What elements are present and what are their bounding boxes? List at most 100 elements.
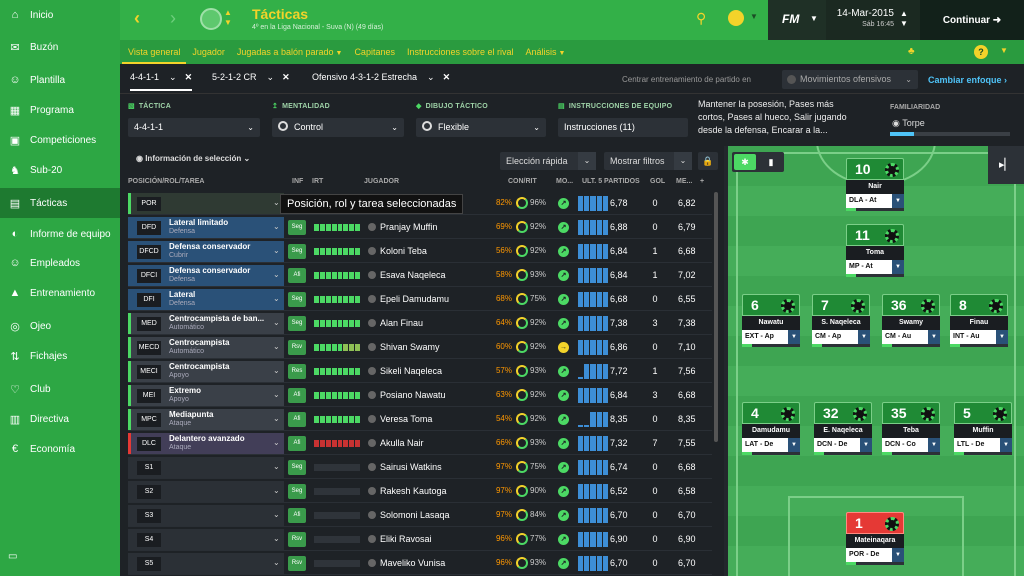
player-role-dropdown[interactable]: CM - Au ▼ xyxy=(882,330,940,344)
table-row[interactable]: S3 ⌄ Afi Solomoni Lasaqa 97% 84% ↗ 6,70 0 6,70 xyxy=(128,504,712,527)
player-name[interactable]: Pranjay Muffin xyxy=(380,222,437,232)
player-card[interactable]: 7 S. Naqeleca CM - Ap ▼ xyxy=(812,294,870,350)
info-icon[interactable] xyxy=(368,367,376,375)
player-role-dropdown[interactable]: LTL - De ▼ xyxy=(954,438,1012,452)
mentality-dropdown[interactable]: Control ⌄ xyxy=(272,118,404,137)
position-cell[interactable]: DFCI Defensa conservador Defensa ⌄ xyxy=(128,265,284,286)
training-focus-dropdown[interactable]: Movimientos ofensivos ⌄ xyxy=(782,70,918,89)
chevron-down-icon[interactable]: ▼ xyxy=(788,438,800,452)
table-row[interactable]: DFCD Defensa conservador Cubrir ⌄ Seg Koloni … xyxy=(128,240,712,263)
shape-dropdown[interactable]: Flexible ⌄ xyxy=(416,118,546,137)
player-card[interactable]: 32 E. Naqeleca DCN - De ▼ xyxy=(814,402,872,458)
info-icon[interactable] xyxy=(368,463,376,471)
player-card[interactable]: 36 Swamy CM - Au ▼ xyxy=(882,294,940,350)
chevron-down-icon[interactable]: ▼ xyxy=(810,14,818,23)
position-cell[interactable]: DFCD Defensa conservador Cubrir ⌄ xyxy=(128,241,284,262)
position-cell[interactable]: S3 ⌄ xyxy=(128,505,284,526)
chevron-down-icon[interactable]: ⌄ xyxy=(674,152,692,170)
team-switch-arrows-icon[interactable]: ▲ ▼ xyxy=(224,8,232,28)
player-name[interactable]: Sikeli Naqeleca xyxy=(380,366,442,376)
close-icon[interactable]: ✕ xyxy=(185,72,193,82)
club-crest-icon[interactable] xyxy=(200,8,222,30)
player-name[interactable]: Sairusi Watkins xyxy=(380,462,442,472)
sidebar-item-empleados[interactable]: ☺ Empleados xyxy=(0,248,120,278)
table-row[interactable]: MEI Extremo Apoyo ⌄ Afi Posiano Nawatu 63% 92% ↗… xyxy=(128,384,712,407)
player-card[interactable]: 5 Muffin LTL - De ▼ xyxy=(954,402,1012,458)
info-icon[interactable] xyxy=(368,487,376,495)
selection-info-toggle[interactable]: ◉ Información de selección ⌄ xyxy=(136,154,250,163)
chevron-down-icon[interactable]: ▼ xyxy=(788,330,800,344)
change-focus-link[interactable]: Cambiar enfoque › xyxy=(928,75,1007,85)
chevron-down-icon[interactable]: ⌄ xyxy=(273,246,280,255)
sidebar-item-ojeo[interactable]: ◎ Ojeo xyxy=(0,311,120,341)
info-icon[interactable] xyxy=(368,271,376,279)
player-name[interactable]: Eliki Ravosai xyxy=(380,534,432,544)
table-row[interactable]: DFCI Defensa conservador Defensa ⌄ Afi Esava … xyxy=(128,264,712,287)
close-icon[interactable]: ✕ xyxy=(282,72,290,82)
player-card[interactable]: 10 Nair DLA - At ▼ xyxy=(846,158,904,214)
player-name[interactable]: Shivan Swamy xyxy=(380,342,440,352)
table-row[interactable]: DFI Lateral Defensa ⌄ Seg Epeli Damudamu 68% 75… xyxy=(128,288,712,311)
player-card[interactable]: 8 Finau INT - Au ▼ xyxy=(950,294,1008,350)
player-card[interactable]: 4 Damudamu LAT - De ▼ xyxy=(742,402,800,458)
chevron-down-icon[interactable]: ⌄ xyxy=(273,486,280,495)
header-inf[interactable]: INF xyxy=(292,178,303,185)
info-icon[interactable] xyxy=(368,511,376,519)
info-icon[interactable] xyxy=(368,439,376,447)
sidebar-item-fichajes[interactable]: ⇅ Fichajes xyxy=(0,341,120,371)
sidebar-item-informe-de-equipo[interactable]: ◐ Informe de equipo xyxy=(0,219,120,249)
position-cell[interactable]: DFI Lateral Defensa ⌄ xyxy=(128,289,284,310)
player-name[interactable]: Esava Naqeleca xyxy=(380,270,446,280)
tab-instrucciones-sobre-el-rival[interactable]: Instrucciones sobre el rival xyxy=(401,40,520,64)
header-irt[interactable]: IRT xyxy=(312,178,323,185)
tab-vista-general[interactable]: Vista general xyxy=(122,40,187,64)
sidebar-item-inicio[interactable]: ⌂ Inicio xyxy=(0,0,120,30)
player-card[interactable]: 35 Teba DCN - Co ▼ xyxy=(882,402,940,458)
tab-jugadas-a-bal-n-parado[interactable]: Jugadas a balón parado ▼ xyxy=(231,40,349,64)
chevron-down-icon[interactable]: ▼ xyxy=(892,194,904,208)
sidebar-item-t-cticas[interactable]: ▤ Tácticas xyxy=(0,188,120,218)
chevron-down-icon[interactable]: ⌄ xyxy=(273,318,280,327)
chevron-down-icon[interactable]: ⌄ xyxy=(169,72,177,82)
sidebar-item-programa[interactable]: ▦ Programa xyxy=(0,95,120,125)
info-icon[interactable] xyxy=(368,247,376,255)
info-icon[interactable] xyxy=(368,343,376,351)
chevron-down-icon[interactable]: ⌄ xyxy=(273,198,280,207)
add-column-icon[interactable]: + xyxy=(700,178,704,185)
tab-an-lisis[interactable]: Análisis ▼ xyxy=(520,40,572,64)
info-icon[interactable] xyxy=(368,535,376,543)
header-last-five[interactable]: ULT. 5 PARTIDOS xyxy=(582,178,640,185)
chevron-down-icon[interactable]: ⌄ xyxy=(273,510,280,519)
chevron-down-icon[interactable]: ▼ xyxy=(928,330,940,344)
header-condition[interactable]: CON/RIT xyxy=(508,178,537,185)
globe-icon[interactable] xyxy=(728,10,744,26)
player-name[interactable]: Rakesh Kautoga xyxy=(380,486,447,496)
player-card[interactable]: 6 Nawatu EXT - Ap ▼ xyxy=(742,294,800,350)
player-role-dropdown[interactable]: DCN - De ▼ xyxy=(814,438,872,452)
collapse-panel-icon[interactable]: ▸▏ xyxy=(988,146,1024,184)
help-icon[interactable]: ? xyxy=(974,45,988,59)
chevron-down-icon[interactable]: ⌄ xyxy=(273,534,280,543)
chevron-down-icon[interactable]: ▼ xyxy=(996,330,1008,344)
chevron-down-icon[interactable]: ⌄ xyxy=(273,342,280,351)
show-filters-button[interactable]: Mostrar filtros ⌄ xyxy=(604,152,692,170)
info-icon[interactable] xyxy=(368,391,376,399)
table-row[interactable]: MPC Mediapunta Ataque ⌄ Afi Veresa Toma 54% 92%… xyxy=(128,408,712,431)
player-role-dropdown[interactable]: INT - Au ▼ xyxy=(950,330,1008,344)
quick-pick-button[interactable]: Elección rápida ⌄ xyxy=(500,152,596,170)
player-name[interactable]: Akulla Nair xyxy=(380,438,424,448)
chevron-down-icon[interactable]: ⌄ xyxy=(267,72,275,82)
header-player[interactable]: JUGADOR xyxy=(364,178,399,185)
player-name[interactable]: Epeli Damudamu xyxy=(380,294,449,304)
table-row[interactable]: MED Centrocampista de ban... Automático ⌄ Se… xyxy=(128,312,712,335)
player-role-dropdown[interactable]: DLA - At ▼ xyxy=(846,194,904,208)
chevron-down-icon[interactable]: ▼ xyxy=(860,438,872,452)
chevron-down-icon[interactable]: ⌄ xyxy=(273,414,280,423)
info-icon[interactable] xyxy=(368,415,376,423)
position-cell[interactable]: S2 ⌄ xyxy=(128,481,284,502)
player-card[interactable]: 11 Toma MP - At ▼ xyxy=(846,224,904,280)
player-name[interactable]: Veresa Toma xyxy=(380,414,432,424)
sidebar-item-directiva[interactable]: ▥ Directiva xyxy=(0,404,120,434)
search-icon[interactable]: ⚲ xyxy=(696,10,706,27)
bar-chart-icon[interactable]: ▮ xyxy=(760,154,782,170)
